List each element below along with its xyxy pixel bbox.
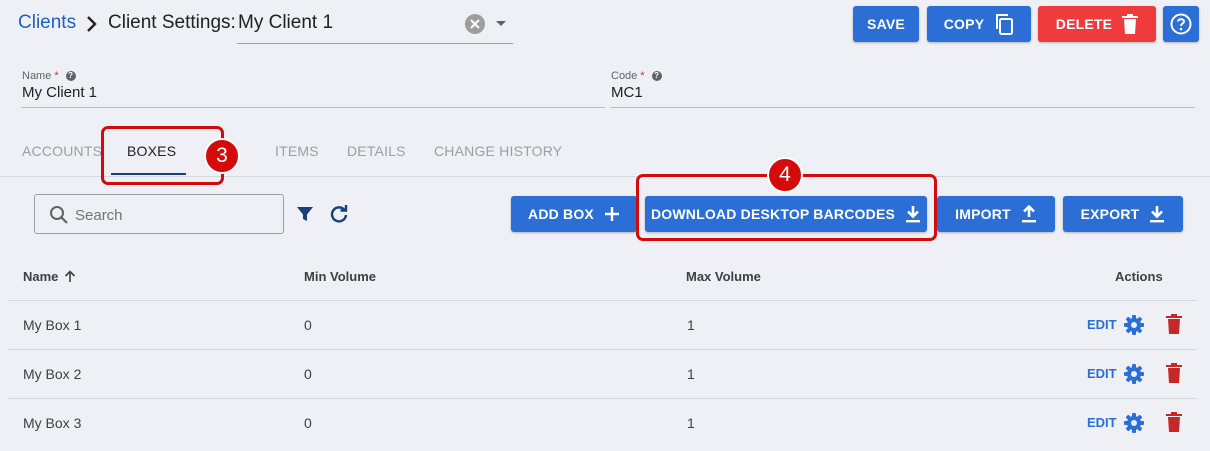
tab-items[interactable]: ITEMS bbox=[275, 143, 319, 159]
gear-icon[interactable] bbox=[1123, 412, 1145, 434]
refresh-icon[interactable] bbox=[329, 204, 349, 224]
name-field-value: My Client 1 bbox=[22, 84, 98, 101]
delete-button[interactable]: DELETE bbox=[1038, 6, 1156, 42]
callout-badge-3: 3 bbox=[204, 138, 240, 174]
edit-link[interactable]: EDIT bbox=[1087, 317, 1117, 332]
filter-icon[interactable] bbox=[296, 205, 314, 223]
trash-icon[interactable] bbox=[1166, 363, 1182, 383]
column-header-min-volume[interactable]: Min Volume bbox=[304, 269, 376, 284]
export-button-label: EXPORT bbox=[1080, 206, 1140, 222]
add-box-button-label: ADD BOX bbox=[528, 206, 594, 222]
copy-button[interactable]: COPY bbox=[927, 6, 1031, 42]
tab-change-history[interactable]: CHANGE HISTORY bbox=[434, 143, 562, 159]
table-header: Name Min Volume Max Volume Actions bbox=[7, 253, 1197, 301]
column-header-name-label: Name bbox=[23, 269, 59, 284]
table-row: My Box 3 0 1 EDIT bbox=[7, 399, 1197, 448]
trash-icon[interactable] bbox=[1166, 314, 1182, 334]
tab-accounts[interactable]: ACCOUNTS bbox=[22, 143, 102, 159]
help-icon[interactable]: ? bbox=[651, 71, 662, 81]
help-icon[interactable]: ? bbox=[65, 71, 76, 81]
client-select[interactable]: My Client 1 bbox=[237, 4, 513, 44]
search-icon bbox=[50, 206, 68, 224]
table-row: My Box 1 0 1 EDIT bbox=[7, 301, 1197, 350]
name-field-label: Name bbox=[22, 70, 52, 82]
callout-badge-4: 4 bbox=[767, 157, 803, 193]
breadcrumb-clients-link[interactable]: Clients bbox=[18, 12, 76, 34]
help-icon bbox=[1170, 13, 1192, 35]
gear-icon[interactable] bbox=[1123, 363, 1145, 385]
edit-link[interactable]: EDIT bbox=[1087, 366, 1117, 381]
name-field-label-wrap: Name * ? bbox=[22, 70, 76, 82]
trash-icon[interactable] bbox=[1166, 412, 1182, 432]
help-button[interactable] bbox=[1163, 6, 1199, 42]
add-box-button[interactable]: ADD BOX bbox=[511, 196, 637, 232]
required-marker: * bbox=[54, 70, 59, 82]
clear-icon[interactable] bbox=[465, 14, 485, 34]
copy-button-label: COPY bbox=[943, 16, 985, 32]
upload-icon bbox=[1021, 205, 1036, 223]
cell-max-volume: 1 bbox=[687, 317, 695, 333]
column-header-actions: Actions bbox=[1115, 269, 1163, 284]
gear-icon[interactable] bbox=[1123, 314, 1145, 336]
cell-min-volume: 0 bbox=[304, 317, 312, 333]
cell-min-volume: 0 bbox=[304, 366, 312, 382]
cell-max-volume: 1 bbox=[687, 366, 695, 382]
cell-min-volume: 0 bbox=[304, 415, 312, 431]
search-input[interactable] bbox=[75, 204, 275, 226]
trash-icon bbox=[1122, 14, 1139, 34]
save-button-label: SAVE bbox=[867, 16, 905, 32]
name-field[interactable]: Name * ? My Client 1 bbox=[21, 70, 605, 108]
download-icon bbox=[1150, 206, 1165, 223]
cell-name: My Box 2 bbox=[23, 366, 82, 382]
import-button-label: IMPORT bbox=[955, 206, 1011, 222]
arrow-up-icon bbox=[65, 270, 76, 282]
code-field[interactable]: Code * ? MC1 bbox=[610, 70, 1195, 108]
search-field[interactable] bbox=[34, 194, 284, 234]
export-button[interactable]: EXPORT bbox=[1063, 196, 1183, 232]
page-title: Client Settings: bbox=[108, 12, 236, 33]
delete-button-label: DELETE bbox=[1055, 16, 1113, 32]
copy-icon bbox=[996, 14, 1014, 35]
cell-max-volume: 1 bbox=[687, 415, 695, 431]
client-select-value: My Client 1 bbox=[238, 12, 334, 33]
edit-link[interactable]: EDIT bbox=[1087, 415, 1117, 430]
import-button[interactable]: IMPORT bbox=[937, 196, 1055, 232]
column-header-name[interactable]: Name bbox=[23, 269, 76, 284]
save-button[interactable]: SAVE bbox=[853, 6, 919, 42]
required-marker: * bbox=[640, 70, 645, 82]
cell-name: My Box 3 bbox=[23, 415, 82, 431]
code-field-label-wrap: Code * ? bbox=[611, 70, 662, 82]
column-header-max-volume[interactable]: Max Volume bbox=[686, 269, 761, 284]
cell-name: My Box 1 bbox=[23, 317, 82, 333]
tab-details[interactable]: DETAILS bbox=[347, 143, 406, 159]
table-row: My Box 2 0 1 EDIT bbox=[7, 350, 1197, 399]
caret-down-icon[interactable] bbox=[496, 21, 506, 26]
code-field-value: MC1 bbox=[611, 84, 643, 101]
plus-icon bbox=[604, 207, 619, 221]
chevron-right-icon bbox=[87, 16, 97, 32]
header-bar: Clients Client Settings: My Client 1 SAV… bbox=[0, 0, 1210, 48]
code-field-label: Code bbox=[611, 70, 638, 82]
